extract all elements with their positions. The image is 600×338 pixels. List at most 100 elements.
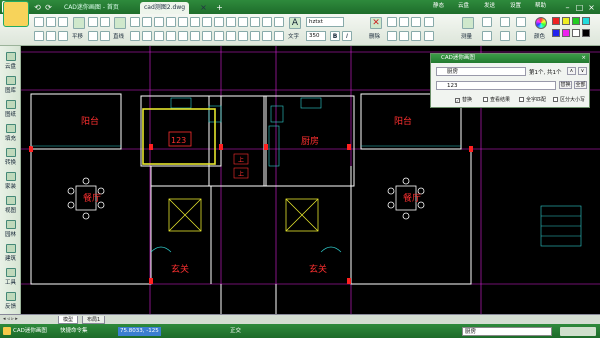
command-input[interactable]: 厨房	[462, 327, 552, 336]
chamfer-icon[interactable]	[250, 17, 260, 27]
forward-icon[interactable]: ⟳	[43, 2, 54, 13]
image-icon[interactable]	[274, 31, 284, 41]
menu-item-help[interactable]: 帮助	[535, 2, 546, 11]
layer-prev-icon[interactable]	[411, 31, 421, 41]
search-input[interactable]: 厨房	[436, 67, 526, 76]
status-icons[interactable]	[560, 327, 596, 336]
sidebar-item-view[interactable]: 视图	[2, 196, 19, 214]
prev-match-icon[interactable]: ∧	[567, 67, 576, 75]
delete-icon[interactable]: ✕	[370, 17, 382, 29]
ortho-toggle[interactable]: 正交	[230, 327, 241, 336]
sidebar-item-library[interactable]: 图库	[2, 76, 19, 94]
layer-match-icon[interactable]	[399, 31, 409, 41]
extend-icon[interactable]	[190, 31, 200, 41]
layer-freeze-icon[interactable]	[387, 31, 397, 41]
dimension-icon[interactable]	[262, 17, 272, 27]
stretch-icon[interactable]	[226, 17, 236, 27]
layer-off-icon[interactable]	[399, 17, 409, 27]
block-icon[interactable]	[202, 17, 212, 27]
color-wheel-icon[interactable]	[535, 17, 547, 29]
save-icon[interactable]	[46, 17, 56, 27]
ortho-icon[interactable]	[500, 17, 510, 27]
explode-icon[interactable]	[214, 31, 224, 41]
replace-input[interactable]: 123	[436, 81, 556, 90]
sidebar-item-garden[interactable]: 园林	[2, 220, 19, 238]
trim-icon[interactable]	[178, 31, 188, 41]
sidebar-item-fill[interactable]: 填充	[2, 124, 19, 142]
color-swatch-magenta[interactable]	[562, 29, 570, 37]
checkbox-icon[interactable]	[483, 97, 488, 102]
user-avatar[interactable]	[3, 1, 29, 27]
text-tool-icon[interactable]: A	[289, 17, 301, 29]
checkbox-icon[interactable]	[553, 97, 558, 102]
area-icon[interactable]	[424, 31, 434, 41]
pan-icon[interactable]	[73, 17, 85, 29]
back-icon[interactable]: ⟲	[32, 2, 43, 13]
new-tab-icon[interactable]: +	[214, 2, 225, 13]
tab-nav-arrows[interactable]: ◂ ◃ ▹ ▸	[3, 316, 18, 322]
color-swatch-blue[interactable]	[552, 29, 560, 37]
break-icon[interactable]	[238, 31, 248, 41]
undo-icon[interactable]	[34, 31, 44, 41]
table-icon[interactable]	[274, 17, 284, 27]
arc-icon[interactable]	[166, 17, 176, 27]
fillet-icon[interactable]	[238, 17, 248, 27]
tab-home[interactable]: CAD迷你画图 - 首页	[60, 2, 123, 14]
font-size-select[interactable]: 350	[306, 31, 326, 41]
sidebar-item-feedback[interactable]: 反馈	[2, 292, 19, 310]
copy-icon[interactable]	[58, 31, 68, 41]
print-icon[interactable]	[58, 17, 68, 27]
option-whole-word[interactable]: 全字匹配	[519, 96, 546, 103]
checkbox-checked-icon[interactable]: ✓	[455, 98, 460, 103]
rectangle-icon[interactable]	[142, 17, 152, 27]
join-icon[interactable]	[226, 31, 236, 41]
minimize-icon[interactable]: –	[562, 2, 573, 13]
array-icon[interactable]	[202, 31, 212, 41]
circle-icon[interactable]	[154, 17, 164, 27]
option-replace[interactable]: ✓ 替换	[455, 96, 472, 103]
snap-icon[interactable]	[482, 31, 492, 41]
color-swatch-cyan[interactable]	[582, 17, 590, 25]
menu-item-settings[interactable]: 设置	[510, 2, 521, 11]
lengthen-icon[interactable]	[250, 31, 260, 41]
menu-item-send[interactable]: 发送	[484, 2, 495, 11]
menu-item-static[interactable]: 静态	[433, 2, 444, 11]
close-tab-icon[interactable]: ×	[198, 2, 209, 13]
grid-icon[interactable]	[482, 17, 492, 27]
rotate-icon[interactable]	[142, 31, 152, 41]
italic-button[interactable]: I	[342, 31, 352, 41]
zoom-in-icon[interactable]	[88, 17, 98, 27]
linetype-icon[interactable]	[516, 17, 526, 27]
sidebar-item-home-decor[interactable]: 家装	[2, 172, 19, 190]
ellipse-icon[interactable]	[178, 17, 188, 27]
leader-icon[interactable]	[262, 31, 272, 41]
tab-drawing[interactable]: cad测图2.dwg	[140, 2, 190, 14]
quick-commands[interactable]: 快捷命令集	[60, 327, 88, 336]
color-swatch-yellow[interactable]	[562, 17, 570, 25]
scale-icon[interactable]	[214, 17, 224, 27]
close-icon[interactable]: ×	[586, 2, 597, 13]
offset-icon[interactable]	[166, 31, 176, 41]
sidebar-item-drawings[interactable]: 图纸	[2, 100, 19, 118]
sidebar-item-tools[interactable]: 工具	[2, 268, 19, 286]
color-swatch-white[interactable]	[572, 29, 580, 37]
tab-model[interactable]: 模型	[58, 316, 79, 324]
menu-item-cloud[interactable]: 云盘	[458, 2, 469, 11]
sidebar-item-convert[interactable]: 转换	[2, 148, 19, 166]
color-swatch-red[interactable]	[552, 17, 560, 25]
line-tool-icon[interactable]	[114, 17, 126, 29]
mirror-icon[interactable]	[154, 31, 164, 41]
osnap-icon[interactable]	[500, 31, 510, 41]
next-match-icon[interactable]: ∨	[578, 67, 587, 75]
replace-button[interactable]: 替换	[559, 81, 572, 89]
layer-icon[interactable]	[387, 17, 397, 27]
bold-button[interactable]: B	[330, 31, 340, 41]
checkbox-icon[interactable]	[519, 97, 524, 102]
layer-lock-icon[interactable]	[411, 17, 421, 27]
redo-icon[interactable]	[46, 31, 56, 41]
polyline-icon[interactable]	[130, 17, 140, 27]
zoom-window-icon[interactable]	[88, 31, 98, 41]
maximize-icon[interactable]: □	[574, 2, 585, 13]
color-swatch-black[interactable]	[582, 29, 590, 37]
hatch-icon[interactable]	[190, 17, 200, 27]
